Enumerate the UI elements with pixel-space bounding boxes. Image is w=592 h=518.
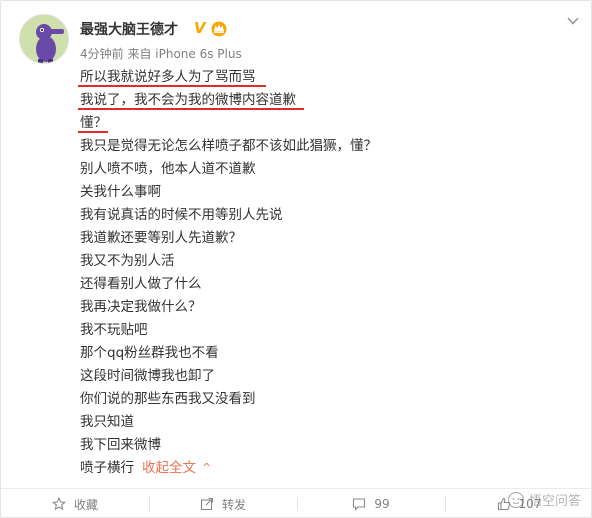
content-text: 懂？ — [80, 115, 107, 131]
content-line: 这段时间微博我也卸了 — [80, 365, 580, 388]
collapse-label: 收起全文 — [142, 460, 196, 476]
content-line: 你们说的那些东西我又没看到 — [80, 388, 580, 411]
content-text: 关我什么事啊 — [80, 184, 161, 200]
avatar-image — [20, 15, 68, 63]
repost-label: 转发 — [221, 497, 246, 512]
content-line: 我只知道 — [80, 411, 580, 434]
content-text: 我下回来微博 — [80, 437, 161, 453]
content-text: 我又不为别人活 — [80, 253, 175, 269]
post-content: 所以我就说好多人为了骂而骂 我说了，我不会为我的微博内容道歉 懂？ 我只是觉得无… — [78, 66, 580, 480]
content-text: 所以我就说好多人为了骂而骂 — [80, 69, 256, 85]
comment-count: 99 — [374, 497, 390, 511]
user-badges: V — [194, 18, 229, 38]
username[interactable]: 最强大脑王德才 — [80, 19, 178, 39]
red-underline — [78, 108, 304, 110]
like-button[interactable]: 107 — [445, 489, 592, 518]
content-line: 我又不为别人活 — [80, 250, 580, 273]
content-text: 我不玩贴吧 — [80, 322, 148, 338]
weibo-post-card: 最强大脑王德才 V 4分钟前 来自 iPhone 6s Plus 所以我就说好多… — [0, 0, 592, 518]
chevron-up-icon: ^ — [202, 461, 212, 474]
content-line: 那个qq粉丝群我也不看 — [80, 342, 580, 365]
avatar[interactable] — [19, 14, 69, 64]
content-text: 我有说真话的时候不用等别人先说 — [80, 207, 283, 223]
content-line: 所以我就说好多人为了骂而骂 — [78, 66, 580, 89]
red-underline — [78, 85, 266, 87]
thumbs-up-icon — [497, 497, 510, 511]
content-text: 我再决定我做什么？ — [80, 299, 202, 315]
content-line: 还得看别人做了什么 — [80, 273, 580, 296]
content-text: 我道歉还要等别人先道歉？ — [80, 230, 242, 246]
collapse-fulltext-link[interactable]: 收起全文 ^ — [142, 457, 211, 480]
like-count: 107 — [518, 497, 542, 511]
repost-button[interactable]: 转发 — [149, 489, 297, 518]
star-outline-icon — [51, 497, 66, 511]
favorite-label: 收藏 — [73, 497, 98, 512]
content-line: 我再决定我做什么？ — [80, 296, 580, 319]
content-text: 我只知道 — [80, 414, 134, 430]
content-text: 这段时间微博我也卸了 — [80, 368, 215, 384]
content-text: 你们说的那些东西我又没看到 — [80, 391, 256, 407]
content-text: 那个qq粉丝群我也不看 — [80, 345, 219, 361]
content-line: 我不玩贴吧 — [80, 319, 580, 342]
vip-crown-icon[interactable] — [209, 19, 229, 37]
content-line: 别人喷不喷，他本人道不道歉 — [80, 158, 580, 181]
content-text: 还得看别人做了什么 — [80, 276, 202, 292]
favorite-button[interactable]: 收藏 — [1, 489, 149, 518]
content-text: 我只是觉得无论怎么样喷子都不该如此猖獗，懂？ — [80, 138, 377, 154]
action-bar: 收藏 转发 99 107 — [1, 489, 592, 518]
content-line: 我说了，我不会为我的微博内容道歉 — [78, 89, 580, 112]
content-line: 我有说真话的时候不用等别人先说 — [80, 204, 580, 227]
comment-bubble-icon — [353, 498, 366, 511]
content-line: 关我什么事啊 — [80, 181, 580, 204]
content-text: 别人喷不喷，他本人道不道歉 — [80, 161, 256, 177]
content-text: 我说了，我不会为我的微博内容道歉 — [80, 92, 296, 108]
comment-button[interactable]: 99 — [297, 489, 445, 518]
verified-badge[interactable]: V — [194, 19, 206, 37]
more-options-chevron-down-icon[interactable] — [566, 15, 580, 27]
content-line: 懂？ — [78, 112, 580, 135]
share-arrow-icon — [200, 497, 214, 511]
post-meta: 4分钟前 来自 iPhone 6s Plus — [80, 47, 242, 61]
content-line: 我下回来微博 — [80, 434, 580, 457]
content-line: 我只是觉得无论怎么样喷子都不该如此猖獗，懂？ — [80, 135, 580, 158]
content-text: 喷子横行 — [80, 460, 134, 476]
red-underline — [78, 131, 108, 133]
content-line: 我道歉还要等别人先道歉？ — [80, 227, 580, 250]
content-line-last: 喷子横行 收起全文 ^ — [80, 457, 580, 480]
